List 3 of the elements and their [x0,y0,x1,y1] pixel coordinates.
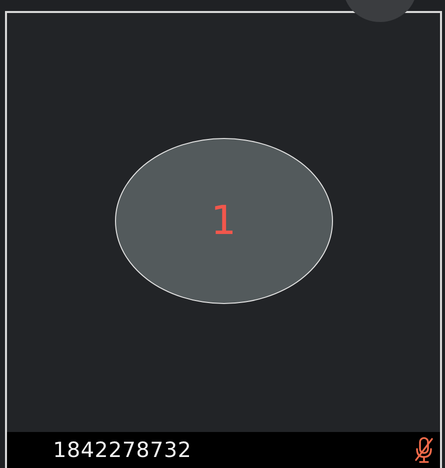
caller-id: 1842278732 [53,438,192,462]
muted-microphone-icon[interactable] [414,436,434,464]
participant-number: 1 [210,200,236,240]
